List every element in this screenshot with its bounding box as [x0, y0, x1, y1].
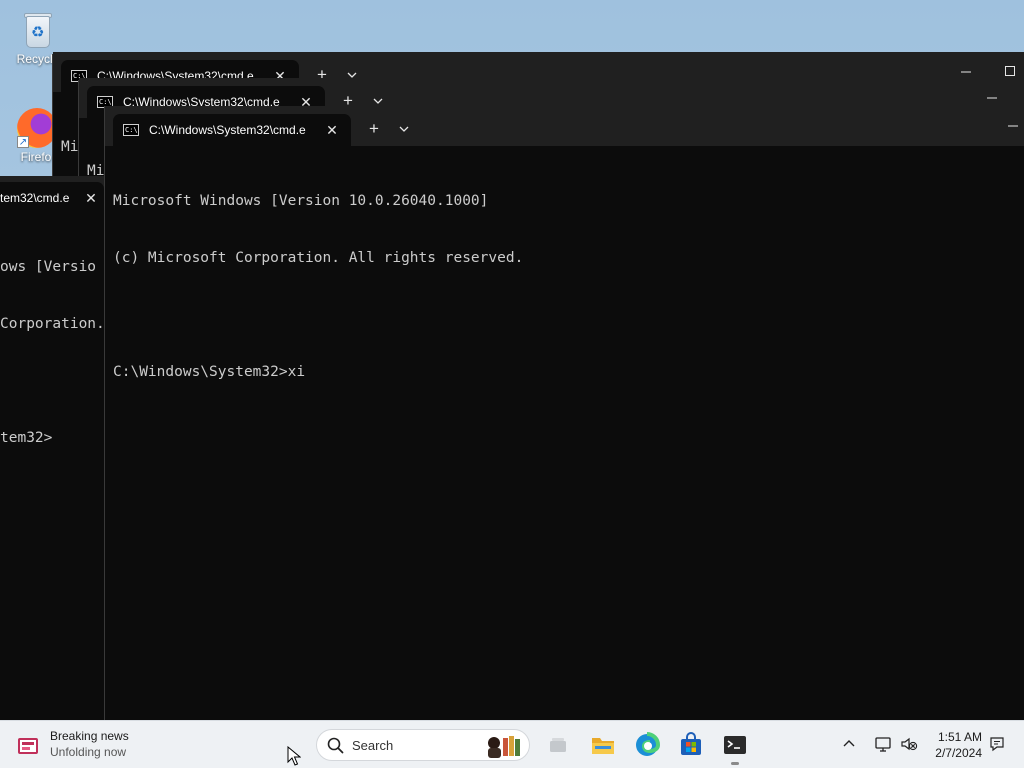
- file-explorer-icon[interactable]: [589, 731, 617, 759]
- search-icon: [327, 737, 344, 754]
- news-subtitle: Unfolding now: [50, 745, 127, 759]
- tab-cmd[interactable]: tem32\cmd.e ✕: [0, 182, 104, 214]
- minimize-icon: [1008, 125, 1018, 127]
- news-icon: [18, 734, 42, 756]
- clock-date: 2/7/2024: [935, 746, 982, 760]
- cmd-icon: C:\: [123, 124, 139, 136]
- recycle-bin-icon: ♻: [21, 10, 55, 50]
- system-clock[interactable]: 1:51 AM 2/7/2024: [928, 729, 982, 761]
- chevron-up-icon: [843, 740, 855, 747]
- terminal-line: tem32>: [0, 430, 53, 446]
- search-placeholder: Search: [352, 738, 394, 753]
- active-app-indicator: [731, 762, 739, 765]
- volume-muted-icon[interactable]: [900, 735, 918, 753]
- tab-title: tem32\cmd.e: [0, 191, 70, 205]
- new-tab-button[interactable]: +: [359, 114, 389, 146]
- terminal-line: Corporation.: [0, 316, 105, 332]
- terminal-line: ows [Versio: [0, 259, 97, 275]
- news-title: Breaking news: [50, 729, 129, 743]
- tab-dropdown-button[interactable]: [389, 114, 419, 146]
- task-view-icon[interactable]: [544, 731, 572, 759]
- edge-icon[interactable]: [633, 731, 661, 759]
- store-icon[interactable]: [677, 731, 705, 759]
- tab-strip: tem32\cmd.e ✕: [0, 176, 104, 214]
- terminal-line: (c) Microsoft Corporation. All rights re…: [113, 250, 524, 266]
- minimize-icon: [961, 71, 971, 73]
- firefox-icon: ↗: [17, 108, 57, 148]
- tab-title: C:\Windows\System32\cmd.e: [149, 123, 306, 137]
- clock-time: 1:51 AM: [937, 730, 982, 744]
- close-tab-icon[interactable]: ✕: [323, 122, 341, 139]
- network-icon[interactable]: [874, 735, 892, 753]
- taskbar: Breaking news Unfolding now Search 1:51 …: [0, 720, 1024, 768]
- search-highlight-icon: [488, 736, 520, 758]
- minimize-button[interactable]: [1001, 114, 1024, 140]
- close-tab-icon[interactable]: ✕: [82, 190, 100, 207]
- tab-cmd[interactable]: C:\ C:\Windows\System32\cmd.e ✕: [113, 114, 351, 146]
- taskbar-search-box[interactable]: Search: [316, 729, 530, 761]
- news-widget[interactable]: Breaking news Unfolding now: [18, 729, 129, 760]
- terminal-window-left[interactable]: tem32\cmd.e ✕ ows [Versio Corporation. t…: [0, 176, 105, 720]
- terminal-line: Microsoft Windows [Version 10.0.26040.10…: [113, 193, 489, 209]
- minimize-icon: [987, 97, 997, 99]
- terminal-output[interactable]: Microsoft Windows [Version 10.0.26040.10…: [113, 154, 523, 420]
- terminal-prompt-line: C:\Windows\System32>xi: [113, 364, 306, 380]
- terminal-output[interactable]: ows [Versio Corporation. tem32>: [0, 220, 105, 486]
- chevron-down-icon: [399, 126, 409, 132]
- chevron-down-icon: [373, 98, 383, 104]
- shortcut-arrow-icon: ↗: [17, 136, 29, 148]
- tab-strip: C:\ C:\Windows\System32\cmd.e ✕ +: [105, 106, 1024, 146]
- mouse-cursor-icon: [287, 746, 301, 766]
- maximize-icon: [1005, 66, 1015, 76]
- notifications-icon[interactable]: [988, 735, 1006, 753]
- show-hidden-icons-button[interactable]: [843, 735, 855, 750]
- terminal-icon[interactable]: [721, 731, 749, 759]
- terminal-window-front[interactable]: C:\ C:\Windows\System32\cmd.e ✕ + Micros…: [104, 106, 1024, 720]
